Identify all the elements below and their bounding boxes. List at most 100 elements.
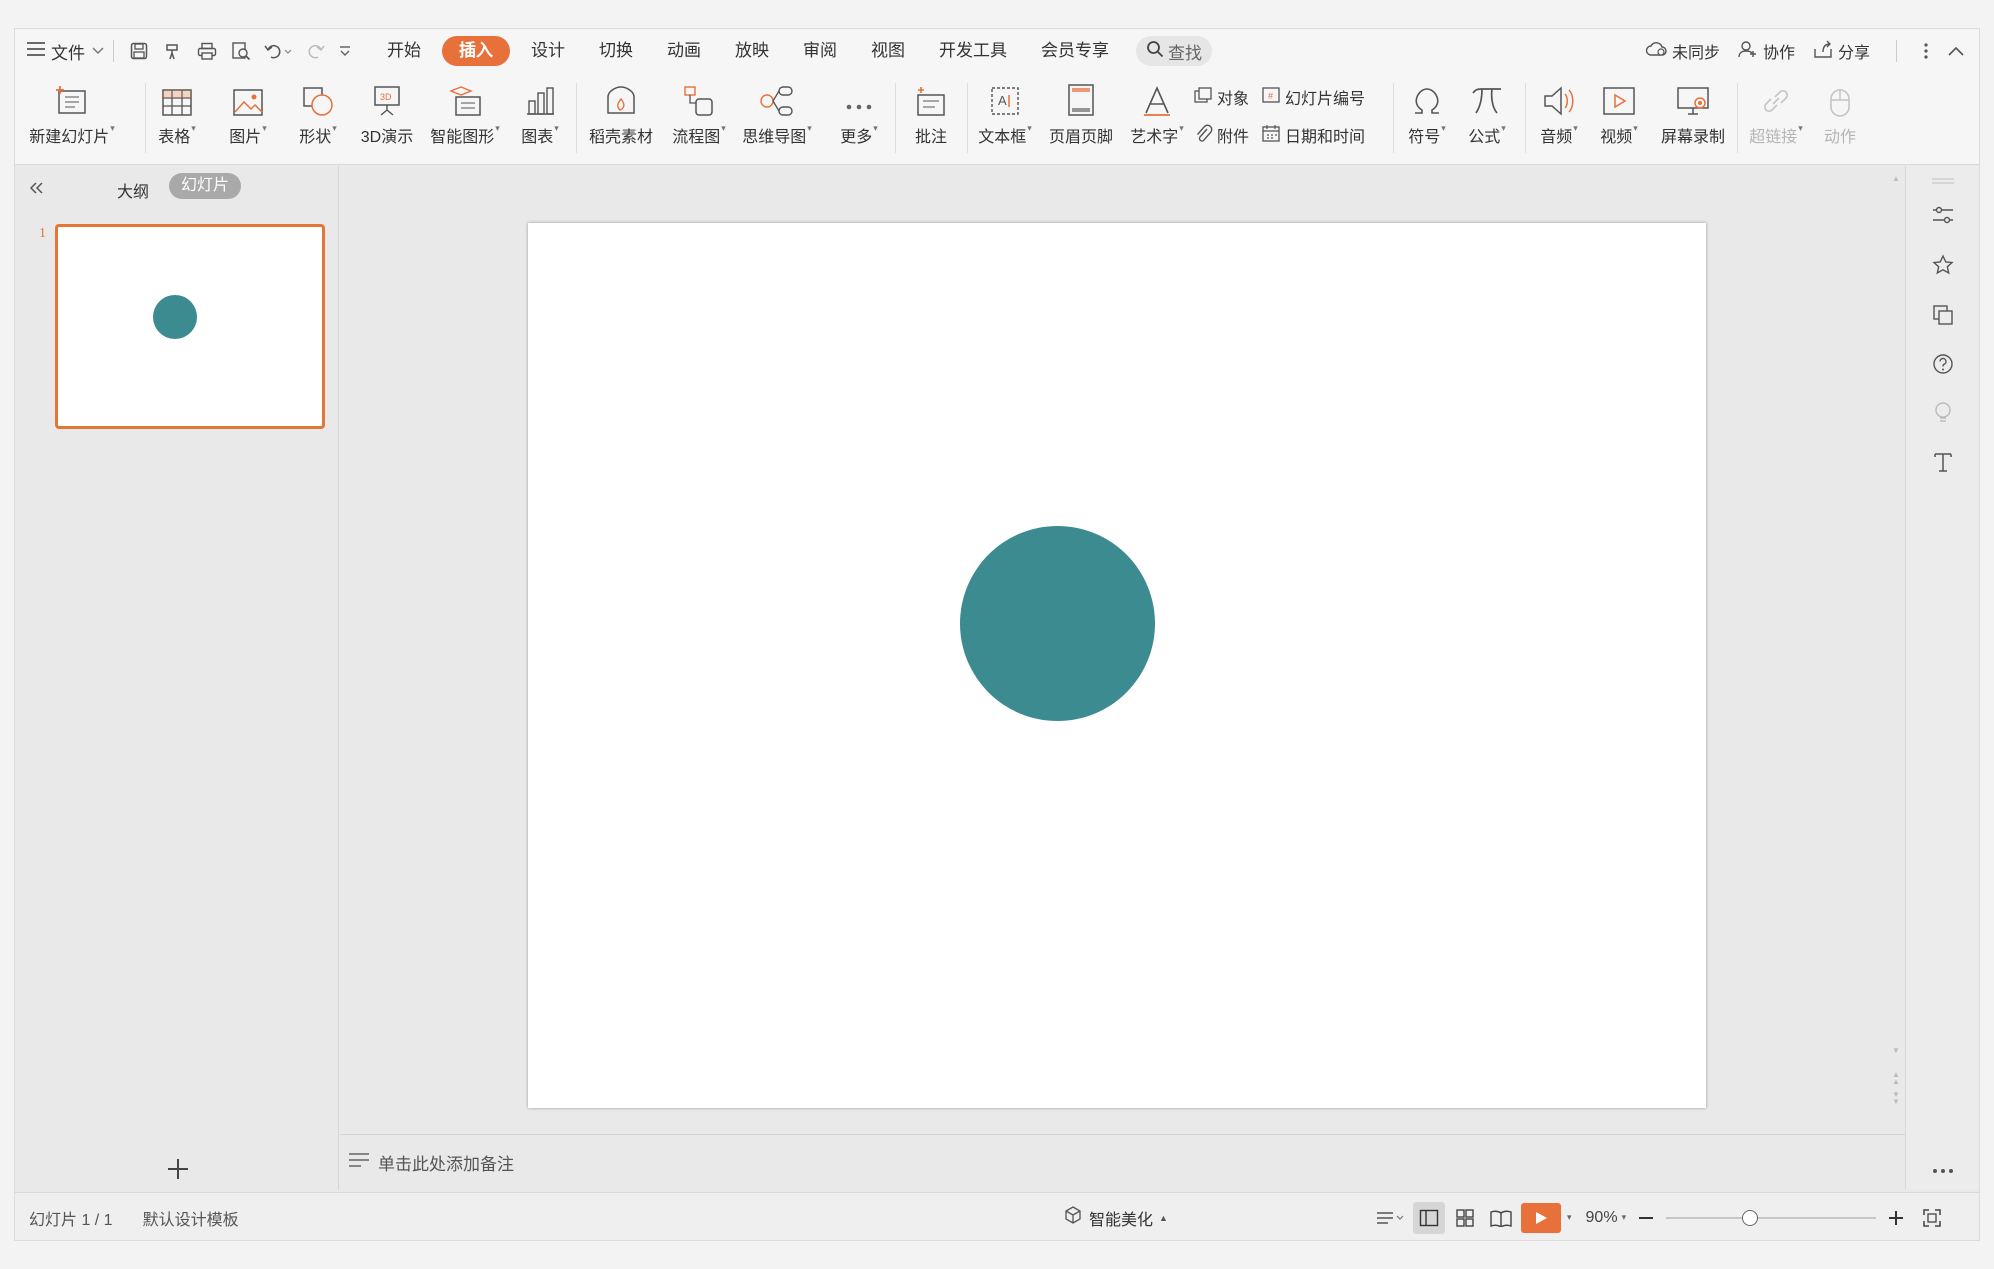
scroll-up-icon[interactable]: ▲ — [1892, 174, 1900, 183]
mindmap-label: 思维导图 — [742, 129, 807, 146]
symbol-label: 符号 — [1408, 129, 1441, 146]
previous-slide-icon[interactable]: ▲ ▲ — [1892, 1071, 1900, 1086]
zoom-caret-icon[interactable]: ▾ — [1622, 1212, 1627, 1223]
header-footer-button[interactable]: 页眉页脚 — [1045, 73, 1117, 161]
textbox-icon: A — [989, 73, 1021, 119]
daoke-material-label: 稻壳素材 — [588, 129, 653, 146]
scroll-down-icon[interactable]: ▼ — [1892, 1046, 1900, 1055]
symbol-button[interactable]: 符号▾ — [1399, 73, 1455, 161]
print-icon[interactable] — [190, 34, 224, 68]
zoom-slider-handle[interactable] — [1742, 1209, 1759, 1226]
next-slide-icon[interactable]: ▼ ▼ — [1892, 1091, 1900, 1106]
pane-drag-handle-icon — [1928, 166, 1958, 196]
lightbulb-icon[interactable] — [1928, 398, 1958, 428]
tab-review[interactable]: 审阅 — [786, 36, 854, 66]
datetime-button[interactable]: 日期和时间 — [1261, 123, 1365, 147]
redo-icon[interactable] — [298, 34, 332, 68]
speaker-icon — [1542, 73, 1576, 119]
add-slide-icon[interactable] — [163, 1154, 193, 1184]
smart-graphic-button[interactable]: 智能图形▾ — [425, 73, 505, 161]
tab-developer[interactable]: 开发工具 — [922, 36, 1024, 66]
mindmap-button[interactable]: 思维导图▾ — [737, 73, 817, 161]
zoom-out-button[interactable] — [1630, 1202, 1662, 1234]
screen-record-button[interactable]: 屏幕录制 — [1655, 73, 1731, 161]
tab-transitions[interactable]: 切换 — [582, 36, 650, 66]
tab-view[interactable]: 视图 — [854, 36, 922, 66]
undo-icon[interactable] — [258, 34, 298, 68]
notes-toggle-icon[interactable] — [1371, 1202, 1409, 1234]
design-template-name[interactable]: 默认设计模板 — [143, 1206, 239, 1230]
picture-button[interactable]: 图片▾ — [220, 73, 276, 161]
vertical-scrollbar[interactable]: ▲ ▼ ▲ ▲ ▼ ▼ — [1884, 166, 1906, 1121]
video-button[interactable]: 视频▾ — [1591, 73, 1647, 161]
header-footer-label: 页眉页脚 — [1048, 129, 1113, 146]
attachment-button[interactable]: 附件 — [1193, 123, 1249, 147]
fit-to-window-icon[interactable] — [1916, 1202, 1948, 1234]
more-options-icon[interactable] — [1923, 42, 1929, 60]
divider — [576, 83, 577, 153]
reading-view-icon[interactable] — [1485, 1202, 1517, 1234]
collapse-ribbon-icon[interactable] — [1947, 45, 1965, 57]
shape-button[interactable]: 形状▾ — [290, 73, 346, 161]
tab-member[interactable]: 会员专享 — [1024, 36, 1126, 66]
play-slideshow-button[interactable] — [1521, 1202, 1561, 1233]
customize-quick-access-icon[interactable] — [332, 34, 358, 68]
more-tools-icon[interactable] — [1928, 1156, 1958, 1186]
tab-home[interactable]: 开始 — [370, 36, 438, 66]
flowchart-button[interactable]: 流程图▾ — [667, 73, 731, 161]
tab-animations[interactable]: 动画 — [650, 36, 718, 66]
tab-insert[interactable]: 插入 — [442, 36, 510, 66]
daoke-material-button[interactable]: 稻壳素材 — [581, 73, 661, 161]
search-button[interactable]: 查找 — [1136, 36, 1212, 66]
notes-area[interactable]: 单击此处添加备注 — [340, 1134, 1906, 1190]
help-icon[interactable] — [1928, 349, 1958, 379]
zoom-level[interactable]: 90% — [1586, 1209, 1618, 1227]
circle-shape[interactable] — [960, 526, 1155, 721]
wordart-button[interactable]: 艺术字▾ — [1125, 73, 1189, 161]
audio-label: 音频 — [1540, 129, 1573, 146]
play-options-caret-icon[interactable]: ▾ — [1567, 1212, 1572, 1223]
tab-design[interactable]: 设计 — [514, 36, 582, 66]
file-menu-button[interactable]: 文件 — [27, 39, 105, 64]
3d-presentation-button[interactable]: 3D 3D演示 — [355, 73, 419, 161]
chart-button[interactable]: 图表▾ — [512, 73, 568, 161]
attachment-label: 附件 — [1217, 129, 1250, 146]
normal-view-icon[interactable] — [1413, 1201, 1445, 1234]
more-button[interactable]: 更多▾ — [831, 73, 887, 161]
divider — [113, 40, 114, 62]
formula-button[interactable]: 公式▾ — [1459, 73, 1515, 161]
property-settings-icon[interactable] — [1928, 200, 1958, 230]
textbox-button[interactable]: A 文本框▾ — [971, 73, 1039, 161]
collaborate-button[interactable]: 协作 — [1738, 39, 1795, 63]
screen-record-label: 屏幕录制 — [1660, 129, 1725, 146]
tab-slideshow[interactable]: 放映 — [718, 36, 786, 66]
action-button[interactable]: 动作 — [1815, 73, 1865, 161]
share-button[interactable]: 分享 — [1813, 39, 1870, 63]
smart-beautify-button[interactable]: 智能美化 ▲ — [1063, 1205, 1168, 1230]
new-slide-button[interactable]: 新建幻灯片▾ — [25, 73, 119, 161]
slide-switch-icon[interactable] — [1928, 300, 1958, 330]
text-format-icon[interactable] — [1928, 447, 1958, 477]
save-icon[interactable] — [122, 34, 156, 68]
slide-sorter-icon[interactable] — [1449, 1202, 1481, 1234]
zoom-in-button[interactable] — [1880, 1202, 1912, 1234]
sync-status-button[interactable]: 未同步 — [1645, 39, 1720, 63]
hyperlink-button[interactable]: 超链接▾ — [1743, 73, 1809, 161]
material-icon — [604, 73, 638, 119]
tab-outline[interactable]: 大纲 — [117, 178, 149, 202]
audio-button[interactable]: 音频▾ — [1531, 73, 1587, 161]
object-button[interactable]: 对象 — [1193, 85, 1249, 109]
comment-button[interactable]: 批注 — [903, 73, 959, 161]
slide-canvas[interactable] — [528, 223, 1706, 1108]
table-button[interactable]: 表格▾ — [149, 73, 205, 161]
zoom-slider[interactable] — [1666, 1208, 1877, 1228]
format-painter-icon[interactable] — [156, 34, 190, 68]
slide-number-button[interactable]: # 幻灯片编号 — [1261, 85, 1365, 109]
tab-slides[interactable]: 幻灯片 — [169, 173, 242, 199]
slide-thumbnail-1[interactable] — [55, 224, 325, 429]
bar-chart-icon — [524, 73, 556, 119]
collapse-panel-icon[interactable] — [21, 176, 51, 200]
video-icon — [1602, 73, 1636, 119]
star-icon[interactable] — [1928, 250, 1958, 280]
print-preview-icon[interactable] — [224, 34, 258, 68]
